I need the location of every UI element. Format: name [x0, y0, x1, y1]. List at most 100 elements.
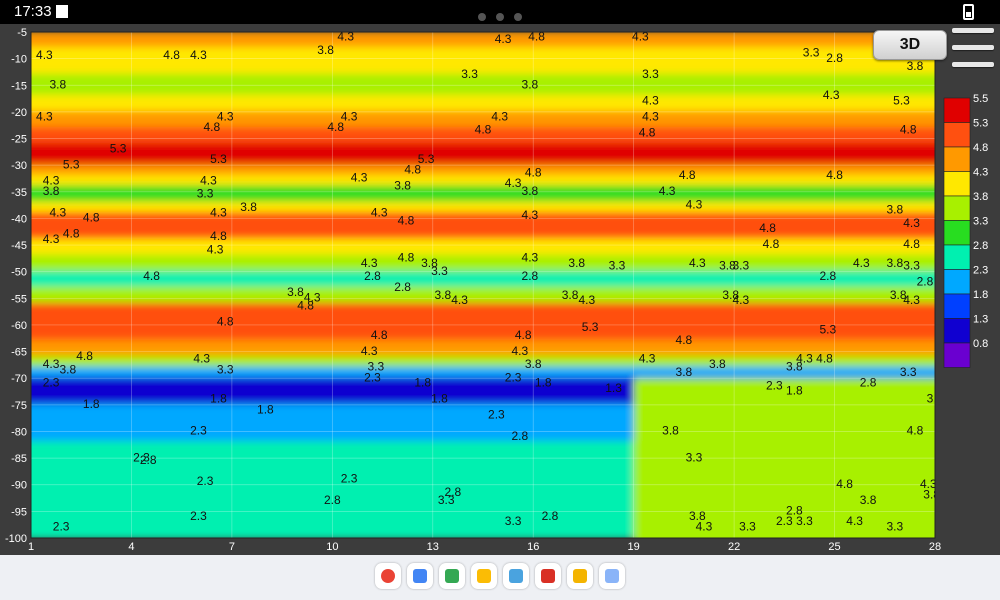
heatmap-band: [31, 94, 935, 113]
contour-label: 4.3: [190, 48, 207, 62]
pdf-reader-icon[interactable]: [535, 563, 561, 589]
contour-label: 4.8: [76, 349, 93, 363]
legend-swatch: [943, 342, 971, 368]
contour-label: 4.3: [903, 216, 920, 230]
contour-label: 3.3: [431, 264, 448, 278]
heatmap-band: [31, 238, 935, 257]
legend-swatch: [943, 293, 971, 319]
contour-label: 3.3: [732, 259, 749, 273]
contour-label: 4.8: [759, 221, 776, 235]
y-tick-label: -85: [11, 453, 27, 465]
contour-label: 1.8: [257, 402, 274, 416]
chrome-icon[interactable]: [375, 563, 401, 589]
legend-label: 2.8: [973, 240, 988, 252]
photos-icon[interactable]: [471, 563, 497, 589]
y-tick-label: -40: [11, 213, 27, 225]
contour-label: 4.3: [696, 520, 713, 534]
contour-label: 3.3: [796, 514, 813, 528]
contour-label: 3.8: [907, 59, 924, 73]
contour-label: 1.8: [431, 392, 448, 406]
contour-label: 4.8: [475, 123, 492, 137]
contour-label: 1.8: [786, 384, 803, 398]
contour-label: 5.3: [582, 320, 599, 334]
contour-label: 4.3: [578, 293, 595, 307]
app-drawer-icon[interactable]: [599, 563, 625, 589]
contour-label: 4.8: [903, 237, 920, 251]
heatmap-field: [31, 32, 935, 538]
notes-icon[interactable]: [567, 563, 593, 589]
y-tick-label: -15: [11, 80, 27, 92]
y-tick-label: -100: [5, 533, 27, 545]
legend-swatch: [943, 318, 971, 344]
contour-chart[interactable]: 4.33.84.8 4.3 3.84.3 4.3 4.83.33.84.33.33.3 2…: [0, 24, 1000, 555]
files-icon[interactable]: [503, 563, 529, 589]
contour-label: 4.3: [491, 109, 508, 123]
calendar-icon[interactable]: [407, 563, 433, 589]
x-tick-label: 1: [28, 541, 34, 553]
contour-label: 4.8: [639, 125, 656, 139]
contour-label: 3.3: [461, 67, 478, 81]
legend-label: 4.8: [973, 142, 988, 154]
contour-label: 3.8: [525, 357, 542, 371]
contour-label: 5.3: [110, 141, 127, 155]
x-tick-label: 25: [828, 541, 840, 553]
contour-label: 4.8: [297, 298, 314, 312]
contour-label: 4.3: [642, 93, 659, 107]
x-tick-label: 4: [128, 541, 134, 553]
contour-label: 3.8: [522, 77, 539, 91]
notification-icon: [56, 5, 68, 18]
contour-label: 3.3: [609, 259, 626, 273]
contour-label: 4.3: [642, 109, 659, 123]
contour-label: 2.8: [522, 269, 539, 283]
legend-swatch: [943, 97, 971, 123]
contour-label: 2.8: [394, 280, 411, 294]
contour-label: 4.8: [371, 328, 388, 342]
contour-label: 2.3: [341, 472, 358, 486]
contour-label: 2.8: [542, 509, 559, 523]
contour-label: 3.8: [923, 488, 940, 502]
contour-label: 4.3: [341, 109, 358, 123]
contour-label: 4.3: [371, 205, 388, 219]
contour-label: 4.8: [676, 333, 693, 347]
contour-label: 4.8: [217, 314, 234, 328]
contour-label: 2.8: [445, 485, 462, 499]
contour-label: 2.8: [364, 269, 381, 283]
contour-label: 3.8: [43, 184, 60, 198]
contour-label: 2.8: [860, 376, 877, 390]
contour-label: 3.8: [562, 288, 579, 302]
app-drawer-icon-glyph: [605, 569, 619, 583]
contour-label: 1.8: [83, 397, 100, 411]
contour-label: 2.8: [820, 269, 837, 283]
contour-label: 3.3: [803, 45, 820, 59]
chrome-icon-glyph: [381, 569, 395, 583]
x-tick-label: 22: [728, 541, 740, 553]
x-tick-label: 10: [326, 541, 338, 553]
heatmap-band: [31, 302, 935, 342]
contour-label: 4.3: [351, 171, 368, 185]
hamburger-menu-icon[interactable]: [952, 28, 996, 74]
y-tick-label: -70: [11, 373, 27, 385]
y-tick-label: -55: [11, 293, 27, 305]
contour-label: 1.3: [605, 381, 622, 395]
contour-label: 2.8: [140, 453, 157, 467]
contour-label: 4.3: [36, 48, 53, 62]
contour-label: 4.3: [36, 109, 53, 123]
play-store-icon-glyph: [445, 569, 459, 583]
contour-label: 4.3: [511, 344, 528, 358]
x-tick-label: 28: [929, 541, 941, 553]
contour-label: 4.3: [210, 205, 227, 219]
legend-swatch: [943, 220, 971, 246]
y-tick-label: -5: [17, 27, 27, 39]
contour-label: 3.8: [676, 365, 693, 379]
contour-label: 4.8: [826, 168, 843, 182]
y-tick-label: -65: [11, 347, 27, 359]
legend-swatch: [943, 244, 971, 270]
contour-label: 4.3: [495, 32, 512, 46]
battery-icon: [963, 4, 974, 20]
view-3d-button[interactable]: 3D: [873, 30, 947, 60]
x-tick-label: 19: [628, 541, 640, 553]
contour-label: 4.3: [522, 251, 539, 265]
y-tick-label: -90: [11, 480, 27, 492]
play-store-icon[interactable]: [439, 563, 465, 589]
legend-swatch: [943, 269, 971, 295]
